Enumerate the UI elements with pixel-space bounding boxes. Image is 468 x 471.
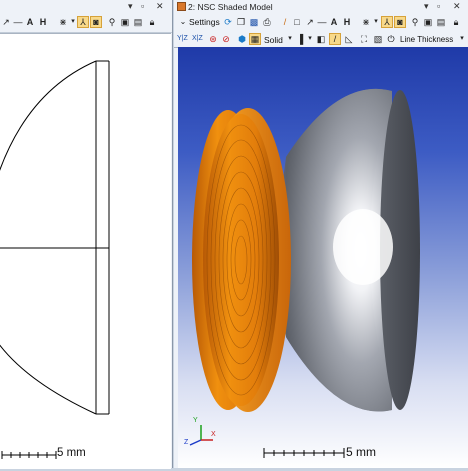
- print-icon[interactable]: ⎙: [261, 16, 273, 28]
- dropdown-icon[interactable]: ▾: [424, 1, 429, 12]
- triangle-icon[interactable]: ◺: [343, 33, 355, 45]
- fill-icon[interactable]: ◧: [315, 33, 327, 45]
- close-icon[interactable]: ✕: [453, 1, 461, 12]
- axis-x-label: X: [211, 431, 216, 438]
- camera-icon[interactable]: ◙: [394, 16, 406, 28]
- dimension-icon[interactable]: H: [37, 16, 49, 28]
- view-yz-button[interactable]: Y|Z: [177, 35, 188, 42]
- scale-bar-label: 5 mm: [57, 447, 86, 459]
- right-toolbar-view: Y|Z X|Z ⊛ ⊘ ⬢ ▦ Solid ▾ ▐ ▾ ◧ / ◺ ⛶ ▧ ⏻ …: [174, 31, 468, 48]
- trident-icon[interactable]: ⅄: [77, 16, 89, 28]
- text-a-icon[interactable]: A: [328, 16, 340, 28]
- axis-y-label: Y: [193, 417, 198, 424]
- settings-button[interactable]: Settings: [189, 17, 220, 27]
- pen-icon[interactable]: /: [279, 16, 291, 28]
- shaded-model-canvas[interactable]: Y Z X 5 mm: [178, 47, 468, 468]
- cube-icon[interactable]: ⬢: [236, 33, 248, 45]
- settings-chevron-icon[interactable]: ⌄: [177, 16, 189, 28]
- right-titlebar: 2: NSC Shaded Model ▾ ▫ ✕: [174, 0, 468, 15]
- dimension-icon[interactable]: H: [341, 16, 353, 28]
- restore-icon[interactable]: ▫: [141, 1, 144, 11]
- trident-icon[interactable]: ⅄: [381, 16, 393, 28]
- scale-bar-label: 5 mm: [346, 445, 376, 459]
- axis-triad: [189, 425, 213, 446]
- screenshot-icon[interactable]: ▣: [119, 16, 131, 28]
- line-thickness-dropdown[interactable]: Line Thickness: [400, 35, 453, 44]
- left-titlebar: ▾ ▫ ✕: [0, 0, 172, 14]
- dropdown-icon[interactable]: ▾: [456, 33, 468, 45]
- line-icon[interactable]: —: [12, 16, 24, 28]
- render-mode-dropdown[interactable]: Solid: [264, 35, 283, 45]
- view-xz-button[interactable]: X|Z: [192, 35, 203, 42]
- shading-icon[interactable]: ▦: [249, 33, 261, 45]
- hemisphere-dome: [279, 88, 420, 412]
- fresnel-lens: [192, 108, 291, 412]
- zoom-icon[interactable]: ⚲: [106, 16, 118, 28]
- clipboard-icon[interactable]: ▤: [435, 16, 447, 28]
- rectangle-icon[interactable]: □: [291, 16, 303, 28]
- lock-icon[interactable]: 🔒︎: [450, 16, 462, 28]
- close-icon[interactable]: ✕: [156, 1, 164, 12]
- camera-icon[interactable]: ◙: [90, 16, 102, 28]
- power-icon[interactable]: ⏻: [385, 33, 397, 45]
- window-title: 2: NSC Shaded Model: [188, 2, 273, 12]
- axis-z-label: Z: [184, 439, 189, 446]
- lens-layout-drawing: [0, 60, 110, 459]
- line-icon[interactable]: —: [316, 16, 328, 28]
- copy-icon[interactable]: ❐: [235, 16, 247, 28]
- left-toolbar: ↗ — A H ⋇ ▾ ⅄ ◙ ⚲ ▣ ▤ 🔒︎: [0, 14, 172, 33]
- scale-bar: [1, 451, 57, 459]
- arrow-pen-icon[interactable]: ↗: [0, 16, 12, 28]
- right-toolbar-main: ⌄ Settings ⟳ ❐ ▩ ⎙ / □ ↗ — A H ⋇ ▾ ⅄ ◙ ⚲…: [174, 14, 468, 31]
- reset-view-icon[interactable]: ▧: [372, 33, 384, 45]
- screenshot-icon[interactable]: ▣: [422, 16, 434, 28]
- arrow-icon[interactable]: ↗: [304, 16, 316, 28]
- layout-window: ▾ ▫ ✕ ↗ — A H ⋇ ▾ ⅄ ◙ ⚲ ▣ ▤ 🔒︎ 5 mm: [0, 0, 173, 469]
- clipboard-icon[interactable]: ▤: [132, 16, 144, 28]
- lock-icon[interactable]: 🔒︎: [146, 16, 158, 28]
- zoom-icon[interactable]: ⚲: [409, 16, 421, 28]
- fit-icon[interactable]: ⛶: [358, 33, 370, 45]
- refresh-icon[interactable]: ⟳: [222, 16, 234, 28]
- curved-surface-top: [0, 60, 97, 172]
- rotate-x-icon[interactable]: ⊛: [207, 33, 219, 45]
- restore-icon[interactable]: ▫: [437, 1, 440, 11]
- window-app-icon: [177, 2, 186, 11]
- no-entry-icon[interactable]: ⊘: [220, 33, 232, 45]
- layout-canvas[interactable]: 5 mm: [0, 33, 171, 469]
- shaded-model-window: 2: NSC Shaded Model ▾ ▫ ✕ ⌄ Settings ⟳ ❐…: [174, 0, 468, 468]
- scale-bar: [263, 448, 345, 458]
- dropdown-icon[interactable]: ▾: [128, 1, 133, 12]
- shaded-model-render: [189, 88, 420, 458]
- curved-surface-bottom: [0, 344, 97, 415]
- light-pen-icon[interactable]: /: [329, 33, 341, 45]
- text-a-icon[interactable]: A: [24, 16, 36, 28]
- save-icon[interactable]: ▩: [248, 16, 260, 28]
